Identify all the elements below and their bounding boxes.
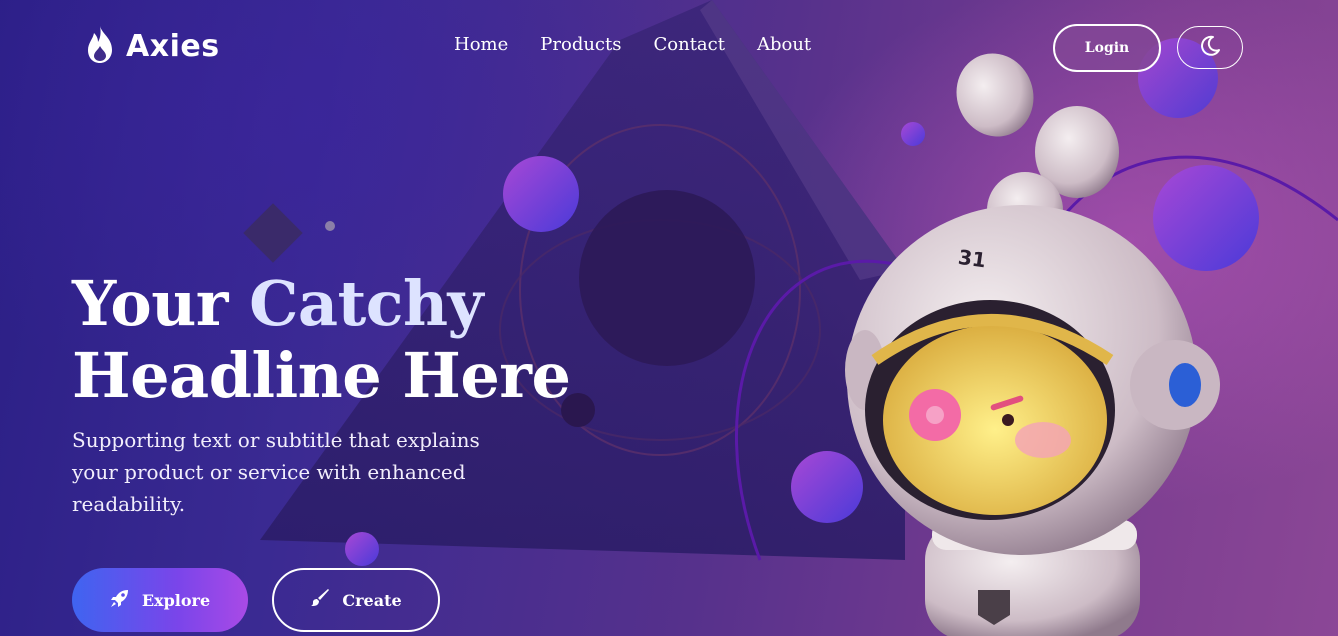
nav-products[interactable]: Products xyxy=(540,34,621,55)
main-nav: Home Products Contact About xyxy=(454,34,811,55)
headline-accent: Catchy xyxy=(249,267,484,340)
moon-icon xyxy=(1199,35,1221,61)
rocket-icon xyxy=(110,588,130,612)
theme-toggle-button[interactable] xyxy=(1177,26,1243,69)
mascot-badge-number: 31 xyxy=(957,245,988,273)
brush-icon xyxy=(310,588,330,612)
headline-part3: Headline Here xyxy=(72,339,571,412)
brand-name: Axies xyxy=(126,28,220,64)
explore-button[interactable]: Explore xyxy=(72,568,248,632)
explore-label: Explore xyxy=(141,590,211,610)
hero-subtitle: Supporting text or subtitle that explain… xyxy=(72,428,480,516)
login-label: Login xyxy=(1084,40,1130,56)
nav-home[interactable]: Home xyxy=(454,34,508,55)
login-button[interactable]: Login xyxy=(1053,24,1161,72)
brand-logo[interactable]: Axies xyxy=(84,24,220,68)
flame-icon xyxy=(84,24,116,68)
headline-part1: Your xyxy=(72,267,250,340)
create-label: Create xyxy=(342,590,402,610)
nav-about[interactable]: About xyxy=(757,34,811,55)
nav-contact[interactable]: Contact xyxy=(654,34,725,55)
create-button[interactable]: Create xyxy=(272,568,440,632)
hero-headline: Your Catchy Headline Here xyxy=(72,267,571,412)
